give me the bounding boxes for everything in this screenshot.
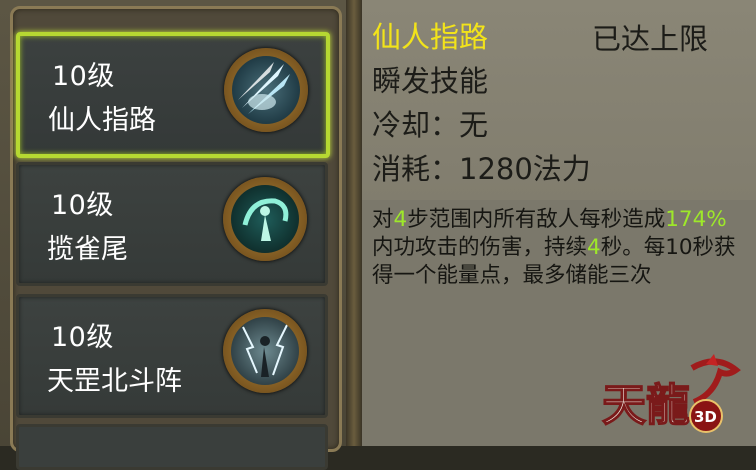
logo-badge: 3D [694, 408, 717, 426]
sword-slash-icon [224, 48, 308, 132]
panel-divider [346, 0, 362, 446]
skill-cost: 消耗：1280法力 [372, 152, 591, 186]
dragon-logo-icon: 天龍 3D [596, 350, 746, 440]
skill-level: 10级 [51, 190, 114, 221]
logo-text: 天龍 [602, 380, 690, 431]
detail-title: 仙人指路 [372, 20, 489, 54]
skill-name: 揽雀尾 [47, 234, 128, 265]
skill-detail-panel: 仙人指路 已达上限 瞬发技能 冷却：无 消耗：1280法力 对4步范围内所有敌人… [362, 0, 756, 446]
skill-description: 对4步范围内所有敌人每秒造成174%内功攻击的伤害，持续4秒。每10秒获得一个能… [372, 206, 742, 290]
level-limit-label: 已达上限 [592, 22, 709, 56]
skill-type: 瞬发技能 [372, 64, 489, 98]
skill-cooldown: 冷却：无 [372, 108, 489, 142]
skill-card-xianrenzhilu[interactable]: 10级 仙人指路 [16, 32, 330, 158]
desc-value-damage: 174% [665, 207, 727, 232]
lightning-figure-icon [223, 309, 307, 393]
skill-card-tiangangbeidouzhen[interactable]: 10级 天罡北斗阵 [16, 294, 328, 418]
skill-name: 仙人指路 [48, 105, 156, 136]
skill-level: 10级 [52, 61, 115, 92]
desc-text: 步范围内所有敌人每秒造成 [407, 207, 666, 232]
skill-list-panel: 10级 仙人指路 10级 揽雀尾 10级 天罡北斗阵 [0, 0, 346, 470]
skill-card-lanquewei[interactable]: 10级 揽雀尾 [16, 162, 328, 286]
wind-swirl-icon [223, 177, 307, 261]
desc-value-range: 4 [393, 207, 408, 232]
skill-level: 10级 [51, 322, 114, 353]
skill-card-partial[interactable] [16, 424, 328, 470]
desc-value-duration: 4 [587, 235, 601, 260]
skill-name: 天罡北斗阵 [47, 366, 182, 397]
desc-text: 内功攻击的伤害，持续 [372, 235, 588, 260]
skill-detail-header: 仙人指路 已达上限 瞬发技能 冷却：无 消耗：1280法力 [362, 0, 756, 200]
desc-text: 对 [372, 207, 394, 232]
